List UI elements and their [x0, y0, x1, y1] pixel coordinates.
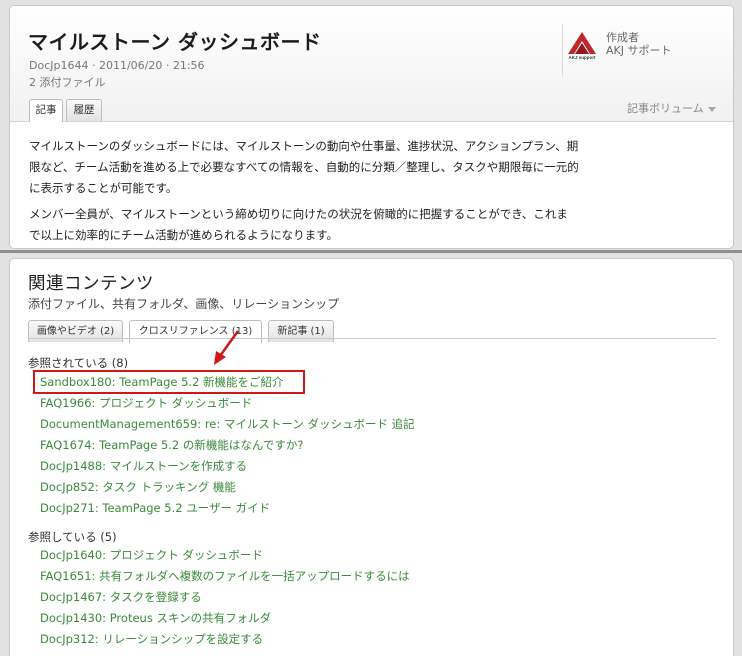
red-arrow-annotation [214, 330, 240, 365]
article-header: マイルストーン ダッシュボード DocJp1644 · 2011/06/20 ·… [10, 6, 733, 122]
author-name[interactable]: AKJ サポート [606, 42, 671, 58]
tab-article[interactable]: 記事 [29, 99, 63, 122]
related-title: 関連コンテンツ [28, 274, 154, 294]
header-divider [562, 24, 563, 76]
article-meta: DocJp1644 · 2011/06/20 · 21:56 [29, 59, 205, 72]
list-item-link[interactable]: DocJp852: タスク トラッキング 機能 [40, 479, 236, 495]
list-item-link[interactable]: DocJp1430: Proteus スキンの共有フォルダ [40, 610, 271, 626]
related-subtitle: 添付ファイル、共有フォルダ、画像、リレーションシップ [28, 297, 340, 311]
referenced-by-label: 参照されている (8) [28, 356, 129, 370]
svg-text:AKJ support: AKJ support [569, 55, 597, 60]
list-item-link[interactable]: DocJp1467: タスクを登録する [40, 589, 202, 605]
highlight-box [33, 370, 305, 394]
list-item-link[interactable]: FAQ1966: プロジェクト ダッシュボード [40, 395, 252, 411]
related-panel: 関連コンテンツ 添付ファイル、共有フォルダ、画像、リレーションシップ 画像やビデ… [9, 258, 734, 656]
article-volume-label: 記事ボリューム [627, 102, 704, 115]
article-panel: マイルストーン ダッシュボード DocJp1644 · 2011/06/20 ·… [9, 5, 734, 249]
list-item-link[interactable]: DocJp312: リレーションシップを設定する [40, 631, 263, 647]
chevron-down-icon [707, 106, 716, 112]
list-item-link[interactable]: DocumentManagement659: re: マイルストーン ダッシュボ… [40, 416, 415, 432]
akj-logo: AKJ support [568, 32, 597, 60]
attachment-count[interactable]: 2 添付ファイル [29, 74, 106, 90]
tab-underline [28, 338, 716, 339]
list-item-link[interactable]: DocJp1488: マイルストーンを作成する [40, 458, 247, 474]
list-item-link[interactable]: FAQ1651: 共有フォルダへ複数のファイルを一括アップロードするには [40, 568, 410, 584]
section-divider [0, 250, 742, 253]
list-item-link[interactable]: DocJp271: TeamPage 5.2 ユーザー ガイド [40, 500, 270, 516]
article-volume-menu[interactable]: 記事ボリューム [627, 100, 716, 116]
article-paragraph: マイルストーンのダッシュボードには、マイルストーンの動向や仕事量、進捗状況、アク… [29, 139, 579, 195]
tab-history[interactable]: 履歴 [66, 99, 102, 121]
page-title: マイルストーン ダッシュボード [28, 30, 322, 54]
article-paragraph: メンバー全員が、マイルストーンという締め切りに向けたの状況を俯瞰的に把握すること… [29, 207, 568, 242]
list-item-link[interactable]: DocJp1640: プロジェクト ダッシュボード [40, 547, 263, 563]
references-label: 参照している (5) [28, 530, 117, 544]
list-item-link[interactable]: FAQ1674: TeamPage 5.2 の新機能はなんですか? [40, 437, 303, 453]
